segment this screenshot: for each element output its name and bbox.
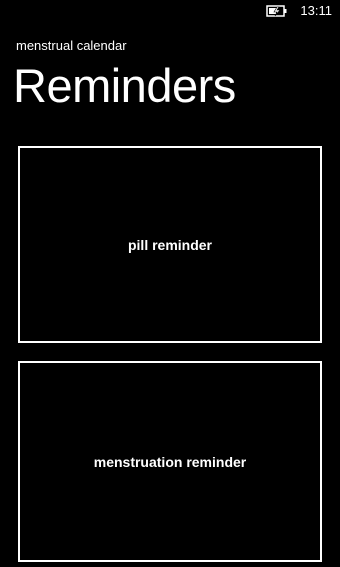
battery-charging-icon [266, 4, 288, 18]
page-title: Reminders [13, 59, 236, 112]
pill-reminder-button[interactable]: pill reminder [18, 146, 322, 343]
pill-reminder-label: pill reminder [127, 236, 213, 253]
status-bar: 13:11 [0, 0, 340, 26]
menstruation-reminder-label: menstruation reminder [93, 453, 247, 470]
menstruation-reminder-button[interactable]: menstruation reminder [18, 361, 322, 562]
status-clock: 13:11 [300, 3, 332, 18]
app-title: menstrual calendar [16, 38, 127, 53]
